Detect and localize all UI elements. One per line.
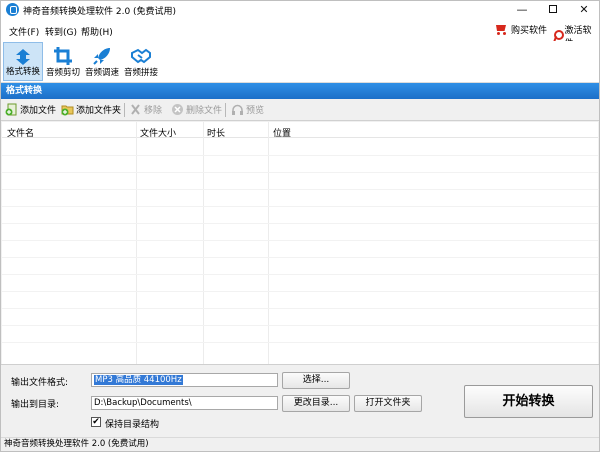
output-dir-label: 输出到目录: <box>11 400 60 410</box>
app-window: 神奇音频转换处理软件 2.0 (免费试用) — ✕ 文件(F) 转到(G) 帮助… <box>0 0 600 452</box>
column-header-location[interactable]: 位置 <box>273 126 291 139</box>
keep-structure-checkbox[interactable]: ✔ <box>91 417 101 427</box>
add-file-icon <box>5 103 17 116</box>
column-header-filesize[interactable]: 文件大小 <box>140 126 176 139</box>
row-divider <box>2 172 598 173</box>
row-divider <box>2 155 598 156</box>
maximize-icon <box>549 5 557 13</box>
handshake-icon <box>131 48 151 64</box>
crop-icon <box>54 47 72 65</box>
column-divider <box>136 122 137 364</box>
row-divider <box>2 274 598 275</box>
maximize-button[interactable] <box>538 1 568 19</box>
tool-audio-cut-label: 音频剪切 <box>45 68 80 78</box>
row-divider <box>2 308 598 309</box>
buy-software-label: 购买软件 <box>511 26 548 36</box>
row-divider <box>2 325 598 326</box>
row-divider <box>2 291 598 292</box>
tool-format-convert[interactable]: 格式转换 <box>3 42 43 81</box>
add-folder-icon <box>61 105 74 116</box>
add-file-label: 添加文件 <box>20 106 57 116</box>
add-folder-label: 添加文件夹 <box>76 106 122 116</box>
output-format-field[interactable]: MP3 高品质 44100Hz <box>91 373 278 387</box>
action-bar: 添加文件 添加文件夹 移除 删除文件 预览 <box>1 99 599 121</box>
close-button[interactable]: ✕ <box>569 1 599 19</box>
buy-software-link[interactable]: 购买软件 <box>494 23 547 36</box>
column-header-duration[interactable]: 时长 <box>207 126 225 139</box>
window-title: 神奇音频转换处理软件 2.0 (免费试用) <box>23 7 177 17</box>
rocket-icon <box>93 48 110 65</box>
column-header-filename[interactable]: 文件名 <box>7 126 34 139</box>
shopping-cart-icon <box>494 23 508 36</box>
keep-structure-label[interactable]: 保持目录结构 <box>105 417 159 430</box>
start-convert-button[interactable]: 开始转换 <box>464 385 593 418</box>
title-bar: 神奇音频转换处理软件 2.0 (免费试用) — ✕ <box>1 1 599 19</box>
menu-bar: 文件(F) 转到(G) 帮助(H) 购买软件 激活软件 <box>1 19 599 49</box>
tool-format-convert-label: 格式转换 <box>5 67 40 77</box>
row-divider <box>2 257 598 258</box>
row-divider <box>2 206 598 207</box>
app-logo-icon <box>6 3 19 16</box>
change-dir-button[interactable]: 更改目录... <box>282 395 350 412</box>
table-header: 文件名 文件大小 时长 位置 <box>2 122 598 139</box>
preview-label: 预览 <box>246 106 265 116</box>
delete-file-button[interactable]: 删除文件 <box>171 103 222 116</box>
delete-file-label: 删除文件 <box>186 106 223 116</box>
add-file-button[interactable]: 添加文件 <box>5 103 56 116</box>
section-header: 格式转换 <box>1 83 599 99</box>
tool-audio-cut[interactable]: 音频剪切 <box>43 42 83 81</box>
output-format-label: 输出文件格式: <box>11 378 69 388</box>
tool-audio-speed[interactable]: 音频调速 <box>82 42 122 81</box>
row-divider <box>2 240 598 241</box>
row-divider <box>2 342 598 343</box>
tool-audio-speed-label: 音频调速 <box>84 68 119 78</box>
add-folder-button[interactable]: 添加文件夹 <box>61 103 121 116</box>
tool-audio-join[interactable]: 音频拼接 <box>121 42 161 81</box>
tool-audio-join-label: 音频拼接 <box>123 68 158 78</box>
remove-button[interactable]: 移除 <box>129 103 162 116</box>
output-dir-field[interactable]: D:\Backup\Documents\ <box>91 396 278 410</box>
delete-icon <box>172 104 183 115</box>
row-divider <box>2 223 598 224</box>
remove-icon <box>131 104 140 115</box>
open-folder-button[interactable]: 打开文件夹 <box>354 395 422 412</box>
main-toolbar: 格式转换 音频剪切 音频调速 音频拼接 <box>1 41 599 83</box>
menu-help[interactable]: 帮助(H) <box>81 25 113 38</box>
remove-label: 移除 <box>144 106 163 116</box>
preview-button[interactable]: 预览 <box>231 103 264 116</box>
minimize-button[interactable]: — <box>507 1 537 19</box>
menu-goto[interactable]: 转到(G) <box>45 25 77 38</box>
column-divider <box>203 122 204 364</box>
column-divider <box>268 122 269 364</box>
toolbar-separator <box>124 103 125 117</box>
toolbar-separator <box>225 103 226 117</box>
output-panel: 输出文件格式: MP3 高品质 44100Hz 选择... 输出到目录: D:\… <box>1 364 599 437</box>
row-divider <box>2 189 598 190</box>
file-table[interactable]: 文件名 文件大小 时长 位置 <box>2 122 598 364</box>
status-bar: 神奇音频转换处理软件 2.0 (免费试用) <box>1 437 599 451</box>
output-format-value: MP3 高品质 44100Hz <box>94 375 183 385</box>
menu-file[interactable]: 文件(F) <box>9 25 39 38</box>
choose-format-button[interactable]: 选择... <box>282 372 350 389</box>
headphones-icon <box>232 104 243 115</box>
